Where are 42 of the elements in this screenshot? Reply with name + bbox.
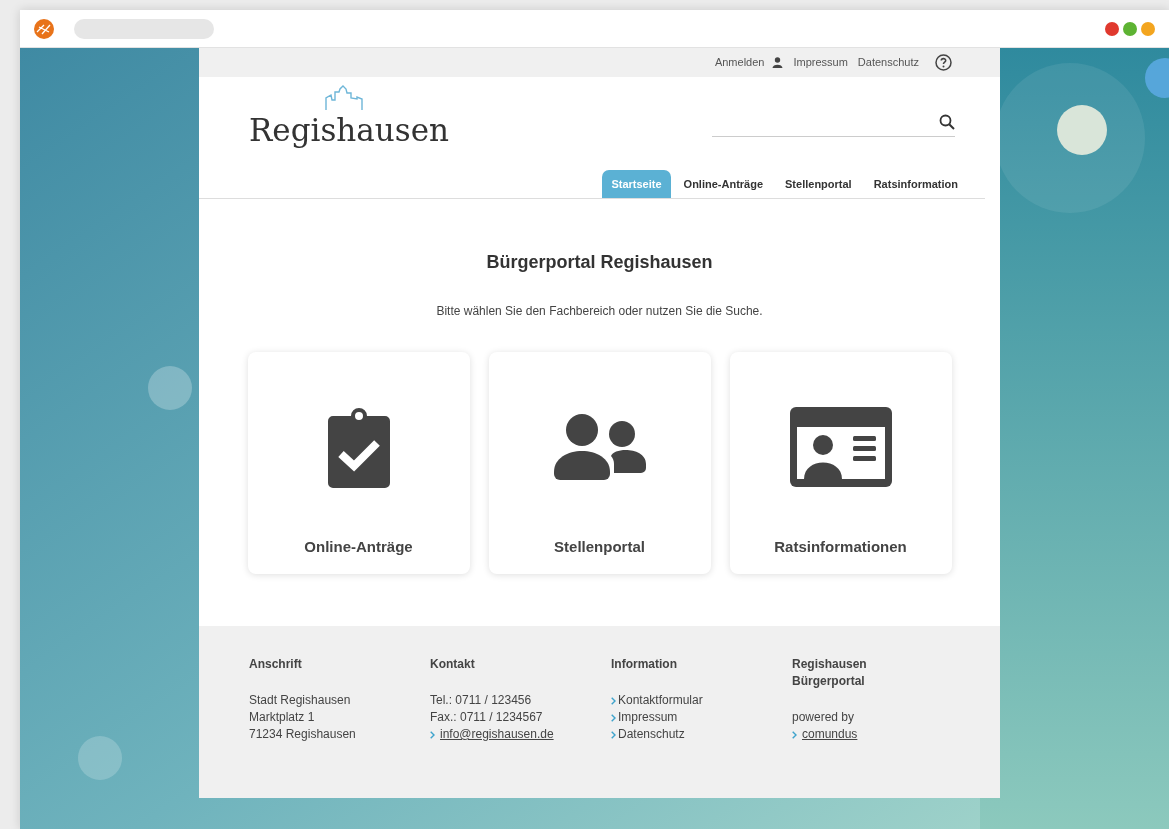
portal-card[interactable]: Ratsinformationen (729, 352, 952, 574)
footer-heading: Information (611, 656, 678, 673)
logo[interactable]: Regishausen (199, 77, 449, 198)
top-link[interactable]: Impressum (793, 54, 848, 71)
people-icon (553, 414, 646, 480)
footer-link[interactable]: comundus (802, 726, 858, 743)
browser-logo-icon (34, 18, 54, 39)
page-title: Bürgerportal Regishausen (486, 251, 713, 274)
clipboard-check-icon (327, 406, 390, 488)
footer-heading: Regishausen Bürgerportal (792, 656, 868, 690)
window-control[interactable] (1105, 21, 1119, 36)
subtitle: Bitte wählen Sie den Fachbereich oder nutzen Sie die Suche. (436, 303, 763, 320)
chevron-icon (430, 730, 435, 739)
window-control[interactable] (1123, 21, 1137, 36)
window-control[interactable] (1141, 21, 1155, 36)
footer-link[interactable]: Kontaktformular (618, 692, 703, 709)
footer-text: powered by (792, 710, 855, 724)
portal-card[interactable]: Online-Anträge (247, 352, 470, 574)
top-link[interactable]: Datenschutz (857, 54, 919, 71)
footer-text: Stadt Regishausen (249, 693, 351, 707)
nav-tab[interactable]: Ratsinformation (864, 169, 967, 198)
footer-text: Tel.: 0711 / 123456 (430, 693, 532, 707)
footer-link[interactable]: Datenschutz (618, 726, 685, 743)
footer-text: Fax.: 0711 / 1234567 (430, 710, 543, 724)
footer-link[interactable]: Impressum (618, 709, 678, 726)
nav-tab[interactable]: Online-Anträge (674, 169, 773, 198)
footer-text: 71234 Regishausen (249, 727, 356, 741)
nav-tab[interactable]: Stellenportal (776, 169, 861, 198)
footer-link[interactable]: info@regishausen.de (440, 726, 554, 743)
card-label: Ratsinformationen (774, 536, 907, 557)
id-card-icon (789, 407, 892, 487)
portal-card[interactable]: Stellenportal (488, 352, 711, 574)
footer-heading: Anschrift (249, 656, 303, 673)
card-label: Online-Anträge (304, 536, 413, 557)
login-link[interactable]: Anmelden (714, 54, 784, 71)
help-icon[interactable] (935, 54, 952, 71)
chevron-icon (792, 730, 797, 739)
footer-text: Marktplatz 1 (249, 710, 315, 724)
user-icon (772, 57, 784, 68)
card-label: Stellenportal (554, 536, 645, 557)
footer-heading: Kontakt (430, 656, 476, 673)
search-icon[interactable] (939, 113, 955, 130)
